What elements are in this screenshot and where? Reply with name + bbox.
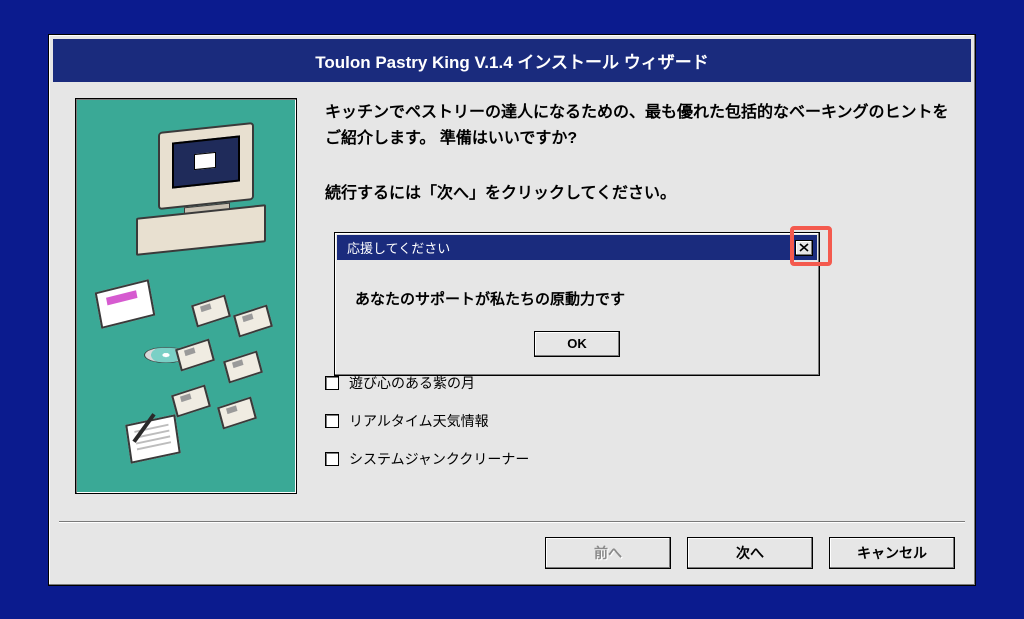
options-list: 遊び心のある紫の月 リアルタイム天気情報 システムジャンククリーナー — [325, 373, 953, 469]
option-row[interactable]: 遊び心のある紫の月 — [325, 373, 953, 393]
option-label: 遊び心のある紫の月 — [349, 373, 475, 393]
support-dialog: 応援してください あなたのサポートが私たちの原動力です OK — [334, 232, 820, 376]
close-button[interactable] — [795, 240, 813, 256]
footer-divider — [59, 521, 965, 523]
option-label: システムジャンククリーナー — [349, 449, 529, 469]
back-button: 前へ — [545, 537, 671, 569]
dialog-body: あなたのサポートが私たちの原動力です — [335, 262, 819, 321]
option-row[interactable]: リアルタイム天気情報 — [325, 411, 953, 431]
ok-button[interactable]: OK — [534, 331, 620, 357]
dialog-footer: OK — [335, 321, 819, 375]
option-label: リアルタイム天気情報 — [349, 411, 489, 431]
option-row[interactable]: システムジャンククリーナー — [325, 449, 953, 469]
dialog-title-bar: 応援してください — [337, 235, 817, 260]
wizard-title: Toulon Pastry King V.1.4 インストール ウィザード — [315, 53, 709, 72]
wizard-title-bar: Toulon Pastry King V.1.4 インストール ウィザード — [53, 39, 971, 82]
next-button[interactable]: 次へ — [687, 537, 813, 569]
dialog-title: 応援してください — [347, 238, 450, 257]
checkbox[interactable] — [325, 376, 339, 390]
intro-text: キッチンでペストリーの達人になるための、最も優れた包括的なベーキングのヒントをご… — [325, 100, 953, 151]
footer-buttons: 前へ 次へ キャンセル — [545, 537, 955, 569]
checkbox[interactable] — [325, 414, 339, 428]
continue-text: 続行するには「次へ」をクリックしてください。 — [325, 179, 953, 203]
wizard-illustration — [75, 98, 297, 494]
cancel-button[interactable]: キャンセル — [829, 537, 955, 569]
close-icon — [799, 243, 809, 252]
checkbox[interactable] — [325, 452, 339, 466]
